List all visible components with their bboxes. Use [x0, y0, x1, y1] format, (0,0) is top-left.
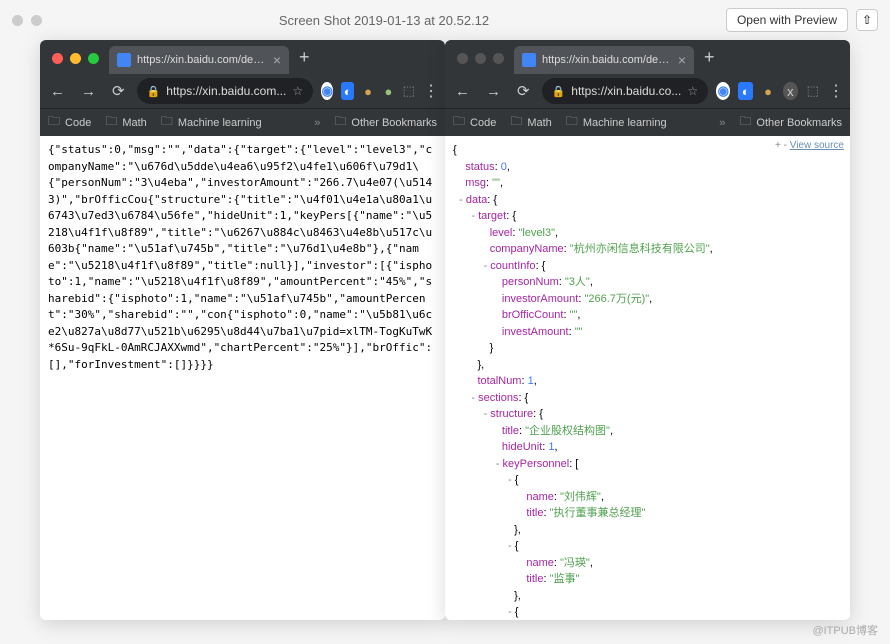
overflow-icon[interactable]: » [314, 117, 320, 129]
chrome-window-right: https://xin.baidu.com/detail/de × + ← → … [445, 40, 850, 620]
new-tab-button[interactable]: + [694, 47, 725, 74]
close-icon[interactable] [457, 53, 468, 64]
open-with-preview-button[interactable]: Open with Preview [726, 8, 848, 32]
page-content: {"status":0,"msg":"","data":{"target":{"… [40, 136, 445, 620]
folder-icon: 🗀 [48, 112, 60, 133]
extension-icon[interactable]: ● [761, 82, 775, 100]
bookmark-folder[interactable]: 🗀Machine learning [161, 112, 262, 133]
favicon-icon [117, 53, 131, 67]
view-source-anchor[interactable]: View source [790, 140, 844, 151]
folder-icon: 🗀 [453, 112, 465, 133]
forward-button[interactable]: → [482, 83, 505, 100]
forward-button[interactable]: → [77, 83, 100, 100]
window-control-icon [31, 15, 42, 26]
json-tree-view: + - View source { status: 0, msg: "", - … [445, 136, 850, 620]
favicon-icon [522, 53, 536, 67]
extension-icon[interactable]: ⬚ [403, 82, 415, 100]
bookmarks-bar: 🗀Code 🗀Math 🗀Machine learning » 🗀Other B… [445, 108, 850, 136]
folder-icon: 🗀 [566, 112, 578, 133]
page-content: + - View source { status: 0, msg: "", - … [445, 136, 850, 620]
extension-icon[interactable]: ◐ [738, 82, 752, 100]
url-text: https://xin.baidu.com... [166, 84, 286, 98]
bookmark-star-icon[interactable]: ☆ [292, 84, 303, 98]
toolbar: ← → ⟳ 🔒 https://xin.baidu.com... ☆ ◉ ◐ ●… [40, 74, 445, 108]
menu-icon[interactable]: ⋮ [828, 81, 844, 101]
raw-json-text: {"status":0,"msg":"","data":{"target":{"… [40, 136, 445, 379]
back-button[interactable]: ← [46, 83, 69, 100]
share-icon[interactable]: ⇧ [856, 9, 878, 31]
folder-icon: 🗀 [105, 112, 117, 133]
extension-icon[interactable]: ● [382, 82, 394, 100]
view-source-link: + - View source [775, 138, 844, 153]
menu-icon[interactable]: ⋮ [423, 81, 439, 101]
browser-tab[interactable]: https://xin.baidu.com/detail/de × [514, 46, 694, 74]
bookmark-folder[interactable]: 🗀Math [105, 112, 146, 133]
tab-title: https://xin.baidu.com/detail/de [542, 54, 672, 66]
extension-icon[interactable]: ◉ [716, 82, 730, 100]
extension-icon[interactable]: ⬚ [806, 82, 820, 100]
extension-icon[interactable]: ● [362, 82, 374, 100]
maximize-icon[interactable] [88, 53, 99, 64]
minimize-icon[interactable] [70, 53, 81, 64]
bookmark-folder[interactable]: 🗀Code [453, 112, 496, 133]
address-bar[interactable]: 🔒 https://xin.baidu.co... ☆ [542, 78, 709, 104]
close-icon[interactable] [52, 53, 63, 64]
lock-icon: 🔒 [147, 85, 161, 98]
lock-icon: 🔒 [552, 85, 566, 98]
other-bookmarks[interactable]: 🗀Other Bookmarks [739, 112, 842, 133]
tab-close-icon[interactable]: × [678, 52, 686, 68]
folder-icon: 🗀 [739, 112, 751, 133]
overflow-icon[interactable]: » [719, 117, 725, 129]
tab-title: https://xin.baidu.com/detail/de [137, 54, 267, 66]
folder-icon: 🗀 [334, 112, 346, 133]
tab-close-icon[interactable]: × [273, 52, 281, 68]
toolbar: ← → ⟳ 🔒 https://xin.baidu.co... ☆ ◉ ◐ ● … [445, 74, 850, 108]
back-button[interactable]: ← [451, 83, 474, 100]
chrome-window-left: https://xin.baidu.com/detail/de × + ← → … [40, 40, 445, 620]
extension-icon[interactable]: x [783, 82, 797, 100]
bookmark-folder[interactable]: 🗀Code [48, 112, 91, 133]
extension-icon[interactable]: ◐ [341, 82, 353, 100]
tab-bar: https://xin.baidu.com/detail/de × + [40, 40, 445, 74]
bookmark-folder[interactable]: 🗀Math [510, 112, 551, 133]
tab-bar: https://xin.baidu.com/detail/de × + [445, 40, 850, 74]
new-tab-button[interactable]: + [289, 47, 320, 74]
window-control-icon [12, 15, 23, 26]
minimize-icon[interactable] [475, 53, 486, 64]
maximize-icon[interactable] [493, 53, 504, 64]
bookmark-folder[interactable]: 🗀Machine learning [566, 112, 667, 133]
address-bar[interactable]: 🔒 https://xin.baidu.com... ☆ [137, 78, 314, 104]
reload-button[interactable]: ⟳ [513, 82, 534, 100]
bookmarks-bar: 🗀Code 🗀Math 🗀Machine learning » 🗀Other B… [40, 108, 445, 136]
extension-icon[interactable]: ◉ [321, 82, 333, 100]
reload-button[interactable]: ⟳ [108, 82, 129, 100]
watermark: @ITPUB博客 [812, 622, 878, 638]
browser-tab[interactable]: https://xin.baidu.com/detail/de × [109, 46, 289, 74]
macos-titlebar: Screen Shot 2019-01-13 at 20.52.12 Open … [0, 0, 890, 40]
url-text: https://xin.baidu.co... [571, 84, 681, 98]
folder-icon: 🗀 [161, 112, 173, 133]
other-bookmarks[interactable]: 🗀Other Bookmarks [334, 112, 437, 133]
folder-icon: 🗀 [510, 112, 522, 133]
bookmark-star-icon[interactable]: ☆ [687, 84, 698, 98]
window-title: Screen Shot 2019-01-13 at 20.52.12 [42, 13, 726, 28]
